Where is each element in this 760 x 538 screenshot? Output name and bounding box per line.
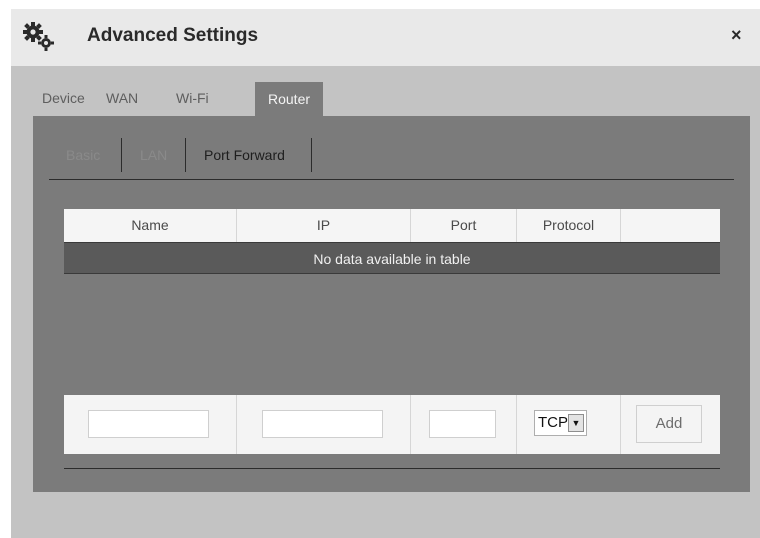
dialog-title: Advanced Settings bbox=[87, 25, 259, 46]
table-header: Name IP Port Protocol bbox=[64, 209, 720, 243]
protocol-selected-value: TCP bbox=[538, 414, 568, 431]
column-header-ip[interactable]: IP bbox=[237, 209, 411, 242]
divider bbox=[64, 468, 720, 469]
add-rule-row: TCP ▼ Add bbox=[64, 395, 720, 454]
tab-wan[interactable]: WAN bbox=[106, 88, 138, 116]
port-input[interactable] bbox=[429, 410, 496, 438]
gears-icon bbox=[23, 22, 57, 52]
subtab-lan[interactable]: LAN bbox=[140, 147, 167, 163]
router-panel: Basic LAN Port Forward Name IP Port Prot… bbox=[33, 116, 750, 492]
close-icon[interactable]: × bbox=[731, 25, 742, 46]
tab-device[interactable]: Device bbox=[42, 88, 85, 116]
protocol-select[interactable]: TCP ▼ bbox=[534, 410, 587, 436]
column-header-protocol[interactable]: Protocol bbox=[517, 209, 621, 242]
tab-router[interactable]: Router bbox=[255, 82, 324, 116]
column-header-name[interactable]: Name bbox=[64, 209, 237, 242]
title-bar: Advanced Settings × bbox=[11, 9, 760, 66]
subtab-divider bbox=[121, 138, 122, 172]
column-header-actions bbox=[621, 209, 720, 242]
ip-input[interactable] bbox=[262, 410, 383, 438]
tab-wifi[interactable]: Wi-Fi bbox=[176, 88, 209, 116]
subtab-basic[interactable]: Basic bbox=[66, 147, 100, 163]
port-forward-table: Name IP Port Protocol No data available … bbox=[64, 209, 720, 454]
subtab-port-forward[interactable]: Port Forward bbox=[204, 147, 285, 163]
subtab-divider bbox=[311, 138, 312, 172]
chevron-down-icon[interactable]: ▼ bbox=[568, 414, 584, 432]
add-button[interactable]: Add bbox=[636, 405, 702, 443]
name-input[interactable] bbox=[88, 410, 209, 438]
router-sub-tabs: Basic LAN Port Forward bbox=[49, 138, 734, 180]
column-header-port[interactable]: Port bbox=[411, 209, 517, 242]
subtab-divider bbox=[185, 138, 186, 172]
empty-table-message: No data available in table bbox=[64, 242, 720, 274]
advanced-settings-dialog: Advanced Settings × Device WAN Wi-Fi Rou… bbox=[11, 9, 760, 538]
